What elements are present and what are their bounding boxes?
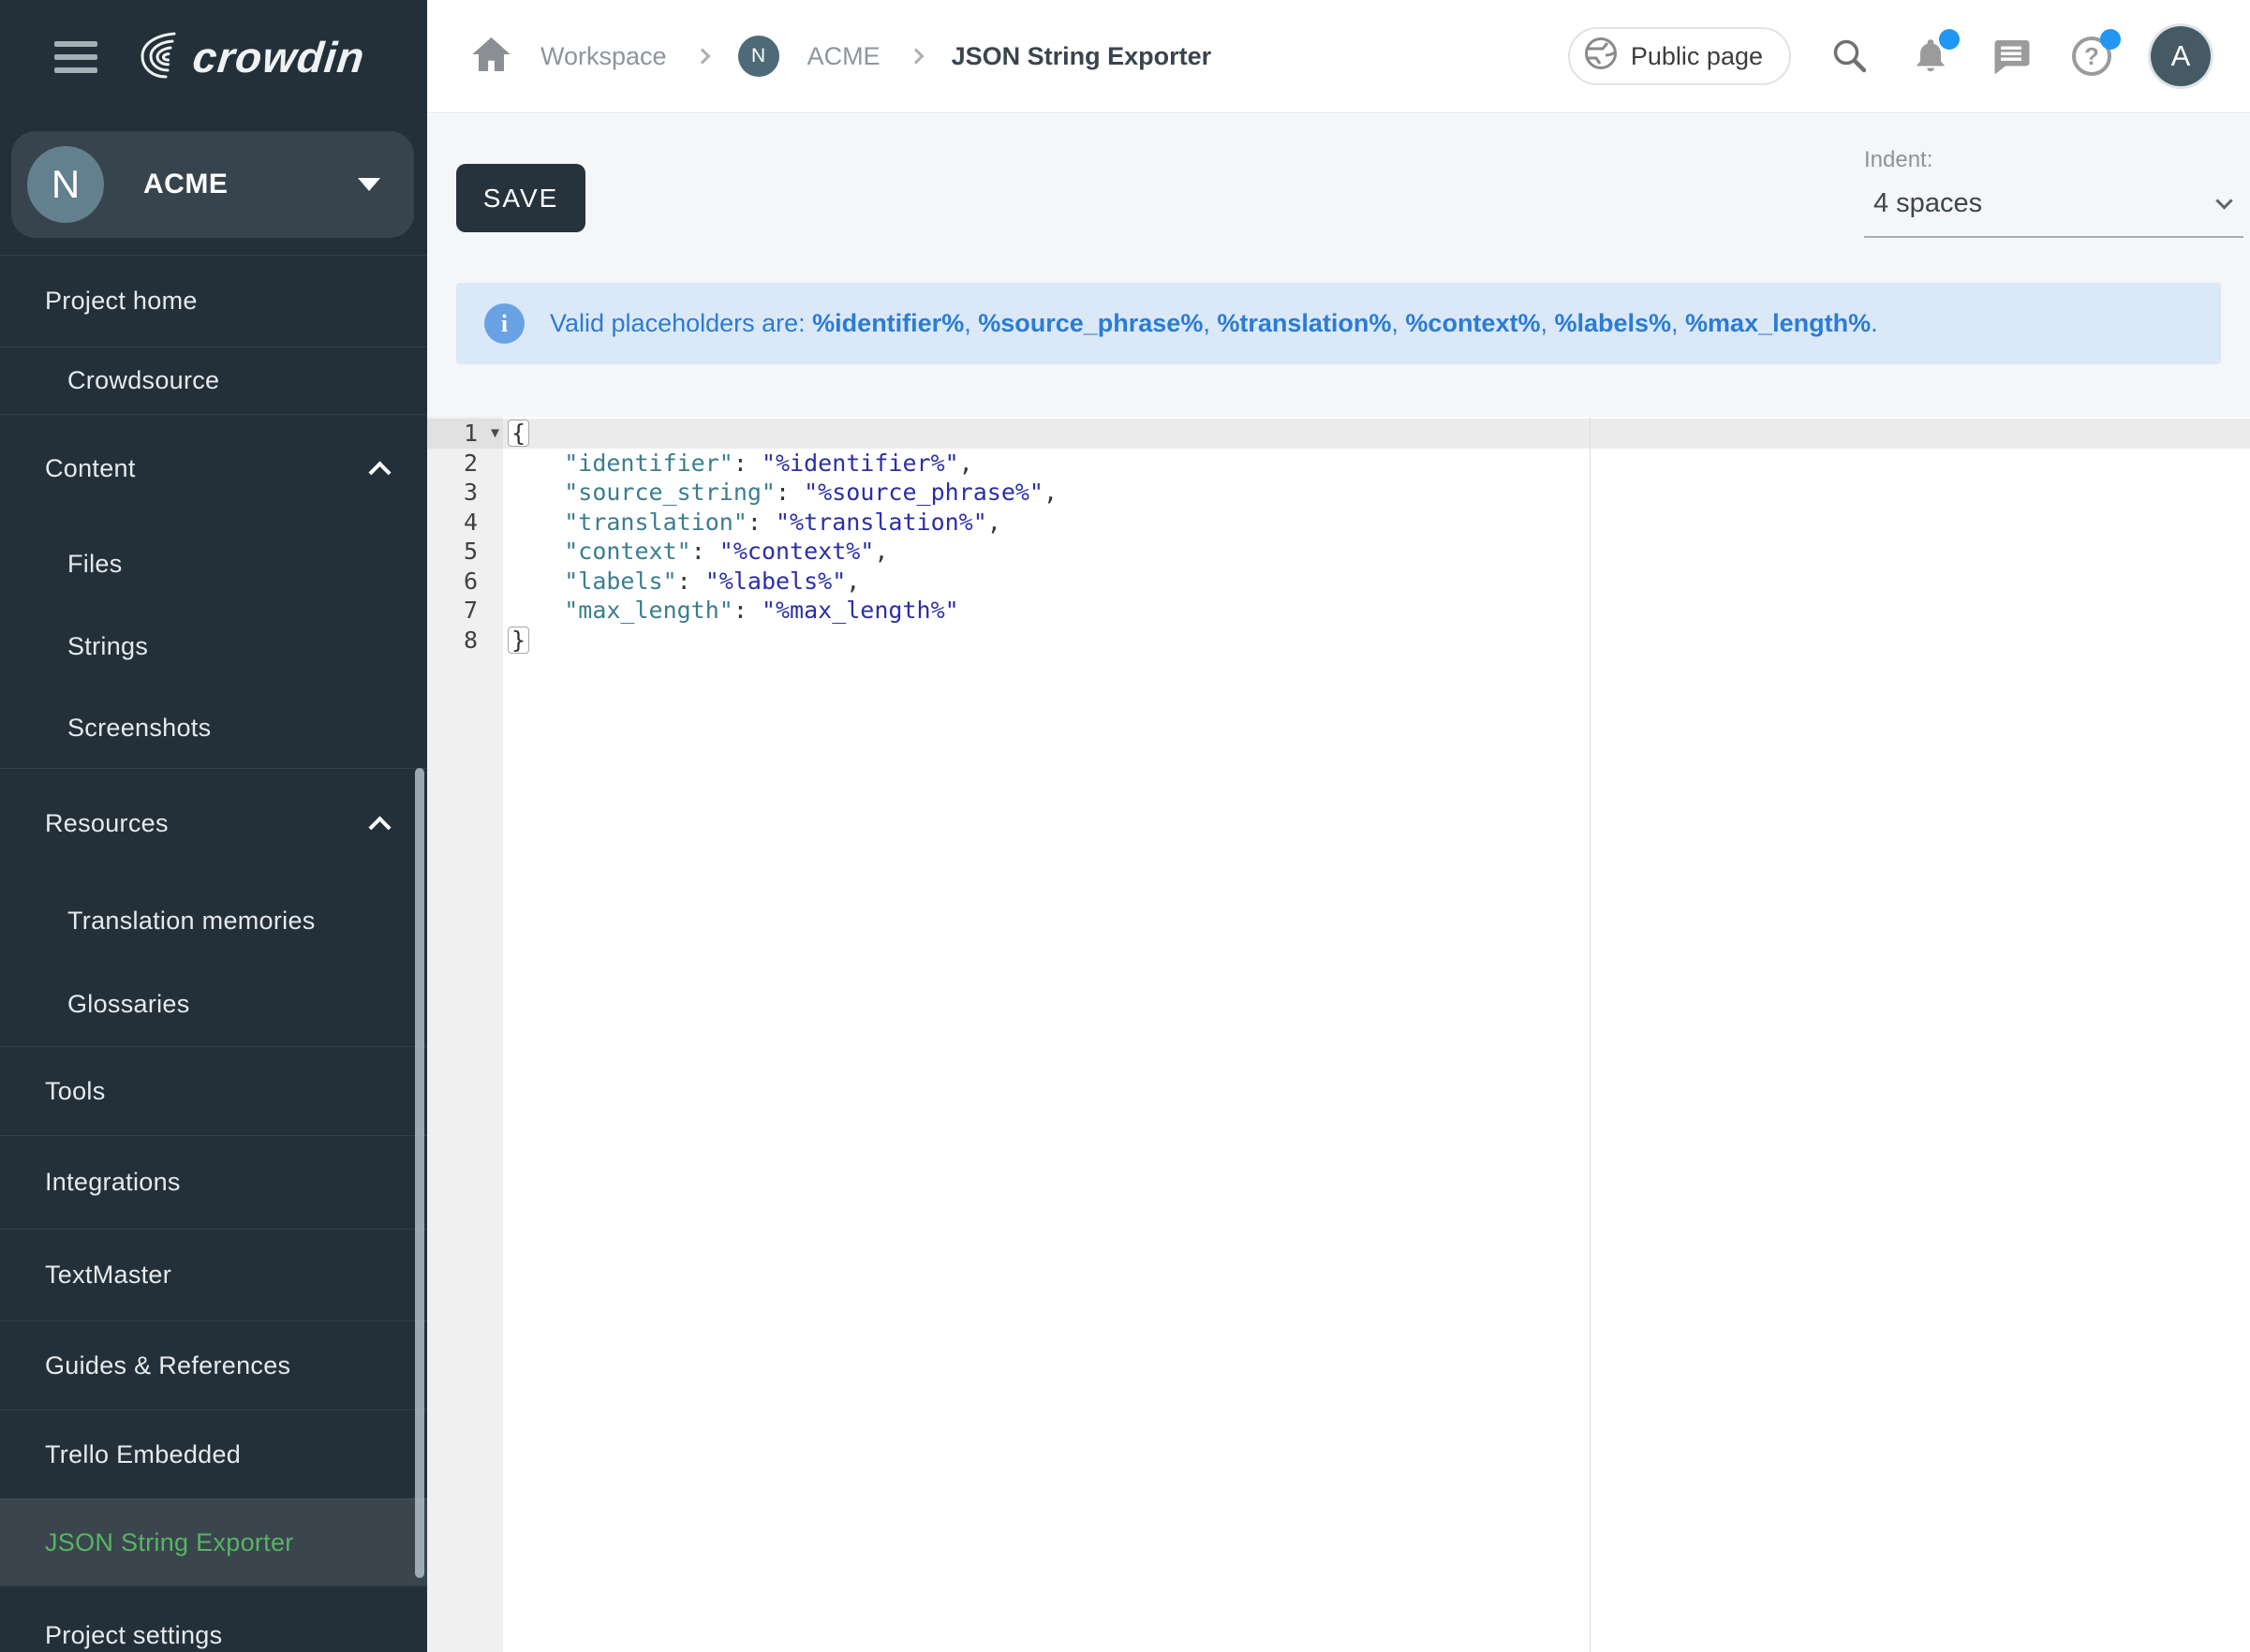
sidebar-item-screenshots[interactable]: Screenshots [0, 687, 427, 768]
breadcrumb-project[interactable]: ACME [807, 42, 881, 71]
sidebar-item-strings[interactable]: Strings [0, 605, 427, 687]
breadcrumb-chevron-icon [694, 49, 710, 65]
sidebar-item-glossaries[interactable]: Glossaries [0, 963, 427, 1046]
notification-badge [1939, 29, 1960, 50]
code-line[interactable]: "labels": "%labels%", [503, 567, 2250, 597]
sidebar-scrollbar[interactable] [415, 768, 424, 1578]
gutter-line[interactable]: 8 [427, 626, 503, 656]
crowdin-logo-text: crowdin [190, 32, 367, 82]
breadcrumb-chevron-icon [908, 49, 924, 65]
info-banner: i Valid placeholders are: %identifier%, … [456, 283, 2221, 364]
print-margin-ruler [1590, 417, 1591, 1652]
sidebar-item-guides-references[interactable]: Guides & References [0, 1320, 427, 1409]
breadcrumb-project-avatar[interactable]: N [738, 36, 779, 77]
globe-icon [1583, 36, 1619, 78]
save-button[interactable]: SAVE [456, 164, 585, 232]
gutter-line[interactable]: 4 [427, 508, 503, 538]
topbar: Workspace N ACME JSON String Exporter Pu… [427, 0, 2250, 113]
code-editor: 1 ▾ 2 3 4 5 6 7 8 { "identifier": "%iden… [427, 417, 2250, 1652]
help-badge [2100, 29, 2121, 50]
sidebar-item-files[interactable]: Files [0, 523, 427, 605]
crowdin-swirl-icon [131, 29, 184, 86]
sidebar-item-translation-memories[interactable]: Translation memories [0, 878, 427, 963]
indent-select[interactable]: 4 spaces [1864, 188, 2243, 238]
help-icon[interactable]: ? [2070, 35, 2113, 78]
sidebar: crowdin N ACME Project home Crowdsource … [0, 0, 427, 1652]
gutter-line[interactable]: 1 ▾ [427, 419, 503, 449]
hamburger-icon[interactable] [54, 41, 97, 73]
sidebar-item-json-string-exporter[interactable]: JSON String Exporter [0, 1498, 427, 1586]
user-avatar[interactable]: A [2151, 26, 2211, 86]
topbar-actions: Public page ? [1568, 26, 2211, 86]
sidebar-item-textmaster[interactable]: TextMaster [0, 1229, 427, 1320]
notifications-bell-icon[interactable] [1909, 35, 1952, 78]
sidebar-item-tools[interactable]: Tools [0, 1046, 427, 1135]
breadcrumb-workspace[interactable]: Workspace [540, 42, 667, 71]
main-content: SAVE Indent: 4 spaces i Valid placeholde… [427, 114, 2250, 1652]
sidebar-section-resources[interactable]: Resources [0, 768, 427, 878]
project-name: ACME [143, 169, 228, 200]
sidebar-item-project-home[interactable]: Project home [0, 255, 427, 347]
sidebar-header: crowdin [0, 0, 427, 114]
crowdin-logo[interactable]: crowdin [131, 29, 364, 86]
editor-code-area[interactable]: { "identifier": "%identifier%", "source_… [503, 417, 2250, 1652]
chevron-down-icon [2215, 192, 2232, 209]
indent-label: Indent: [1864, 147, 2243, 173]
fold-icon[interactable]: ▾ [491, 422, 499, 442]
gutter-line[interactable]: 6 [427, 567, 503, 597]
indent-control: Indent: 4 spaces [1864, 147, 2243, 238]
code-line[interactable]: "max_length": "%max_length%" [503, 596, 2250, 626]
code-line[interactable]: } [503, 626, 2250, 656]
sidebar-item-project-settings[interactable]: Project settings [0, 1586, 427, 1652]
breadcrumb: Workspace N ACME JSON String Exporter [470, 35, 1211, 79]
breadcrumb-current-page: JSON String Exporter [952, 42, 1212, 71]
code-line[interactable]: { [503, 419, 2250, 449]
code-line[interactable]: "context": "%context%", [503, 537, 2250, 567]
sidebar-section-content[interactable]: Content [0, 414, 427, 523]
project-avatar: N [27, 146, 104, 223]
sidebar-item-integrations[interactable]: Integrations [0, 1135, 427, 1229]
public-page-button[interactable]: Public page [1568, 27, 1791, 85]
chevron-up-icon[interactable] [368, 816, 391, 838]
gutter-line[interactable]: 3 [427, 478, 503, 508]
gutter-line[interactable]: 5 [427, 537, 503, 567]
gutter-line[interactable]: 7 [427, 596, 503, 626]
gutter-line[interactable]: 2 [427, 449, 503, 479]
project-selector[interactable]: N ACME [11, 131, 414, 238]
code-line[interactable]: "translation": "%translation%", [503, 508, 2250, 538]
info-icon: i [484, 303, 525, 344]
sidebar-item-trello-embedded[interactable]: Trello Embedded [0, 1409, 427, 1498]
chevron-up-icon[interactable] [368, 461, 391, 483]
code-line[interactable]: "source_string": "%source_phrase%", [503, 478, 2250, 508]
caret-down-icon [358, 178, 380, 191]
sidebar-item-crowdsource[interactable]: Crowdsource [0, 347, 427, 414]
chat-icon[interactable] [1990, 35, 2033, 78]
info-banner-text: Valid placeholders are: %identifier%, %s… [550, 309, 1878, 338]
home-icon[interactable] [470, 35, 512, 79]
code-line[interactable]: "identifier": "%identifier%", [503, 449, 2250, 479]
editor-gutter: 1 ▾ 2 3 4 5 6 7 8 [427, 417, 503, 1652]
search-icon[interactable] [1828, 35, 1872, 78]
